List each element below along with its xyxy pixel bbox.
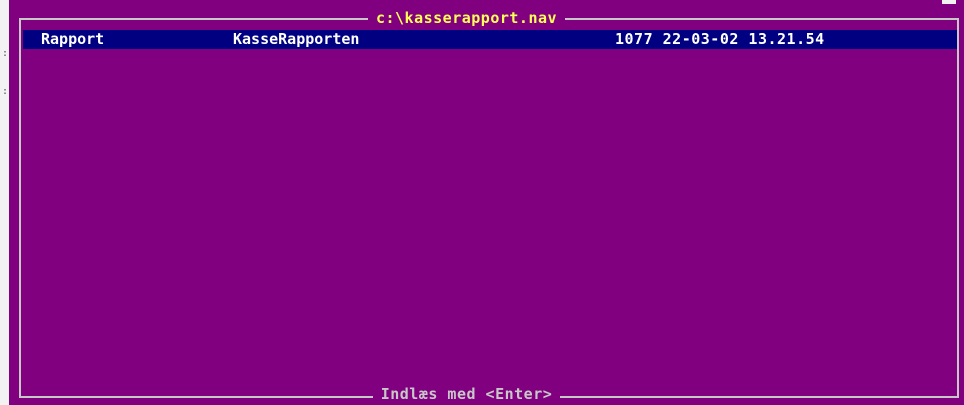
background-window-edge: : :	[0, 0, 9, 405]
selected-list-item[interactable]: Rapport KasseRapporten 1077 22-03-02 13.…	[23, 30, 957, 49]
item-name: KasseRapporten	[233, 30, 360, 48]
dialog-frame	[19, 18, 959, 398]
item-info: 1077 22-03-02 13.21.54	[615, 30, 825, 48]
edge-glyph: :	[2, 86, 9, 97]
edge-glyph: :	[2, 48, 9, 59]
corner-fragment	[942, 0, 956, 4]
item-type: Rapport	[41, 30, 105, 48]
screen: : : c:\kasserapport.nav Rapport KasseRap…	[0, 0, 964, 405]
footer-hint: Indlæs med <Enter>	[372, 384, 561, 405]
dos-console-window: c:\kasserapport.nav Rapport KasseRapport…	[9, 0, 964, 405]
dialog-title: c:\kasserapport.nav	[367, 9, 566, 27]
dialog-title-bar: c:\kasserapport.nav	[9, 8, 964, 27]
dialog-footer: Indlæs med <Enter>	[9, 384, 964, 405]
